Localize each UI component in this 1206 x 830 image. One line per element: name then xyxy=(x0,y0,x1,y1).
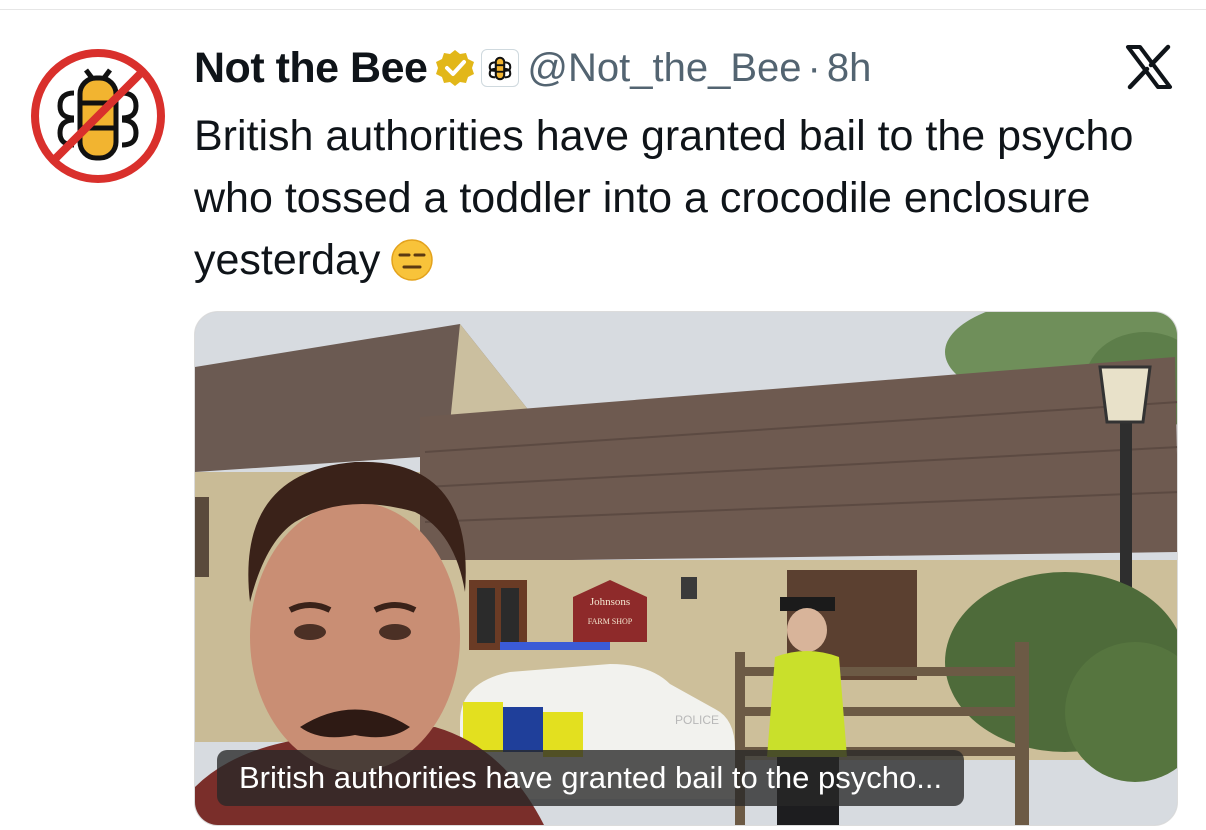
verified-badge-icon[interactable] xyxy=(435,48,475,88)
top-divider xyxy=(0,9,1206,10)
sign-text-farm-shop: FARM SHOP xyxy=(588,617,633,626)
tweet-header: Not the Bee @Not_the_Bee · 8h xyxy=(194,40,871,96)
media-scene: Johnsons FARM SHOP POLICE xyxy=(195,312,1177,825)
x-logo-icon[interactable] xyxy=(1124,42,1174,92)
tweet-body: British authorities have granted bail to… xyxy=(194,112,1134,284)
tweet-media-image[interactable]: Johnsons FARM SHOP POLICE British author… xyxy=(194,311,1178,826)
author-avatar[interactable] xyxy=(30,48,166,184)
sign-text-johnsons: Johnsons xyxy=(590,596,630,608)
separator-dot: · xyxy=(807,45,821,90)
expressionless-face-icon xyxy=(390,237,434,281)
tweet-timestamp[interactable]: 8h xyxy=(827,46,872,91)
media-caption: British authorities have granted bail to… xyxy=(217,750,965,806)
car-text-police: POLICE xyxy=(675,713,719,727)
not-the-bee-logo-icon xyxy=(31,49,165,183)
author-handle[interactable]: @Not_the_Bee xyxy=(527,46,801,91)
tweet-text: British authorities have granted bail to… xyxy=(194,105,1184,291)
author-display-name[interactable]: Not the Bee xyxy=(194,44,428,93)
bee-affiliate-icon[interactable] xyxy=(481,49,520,87)
